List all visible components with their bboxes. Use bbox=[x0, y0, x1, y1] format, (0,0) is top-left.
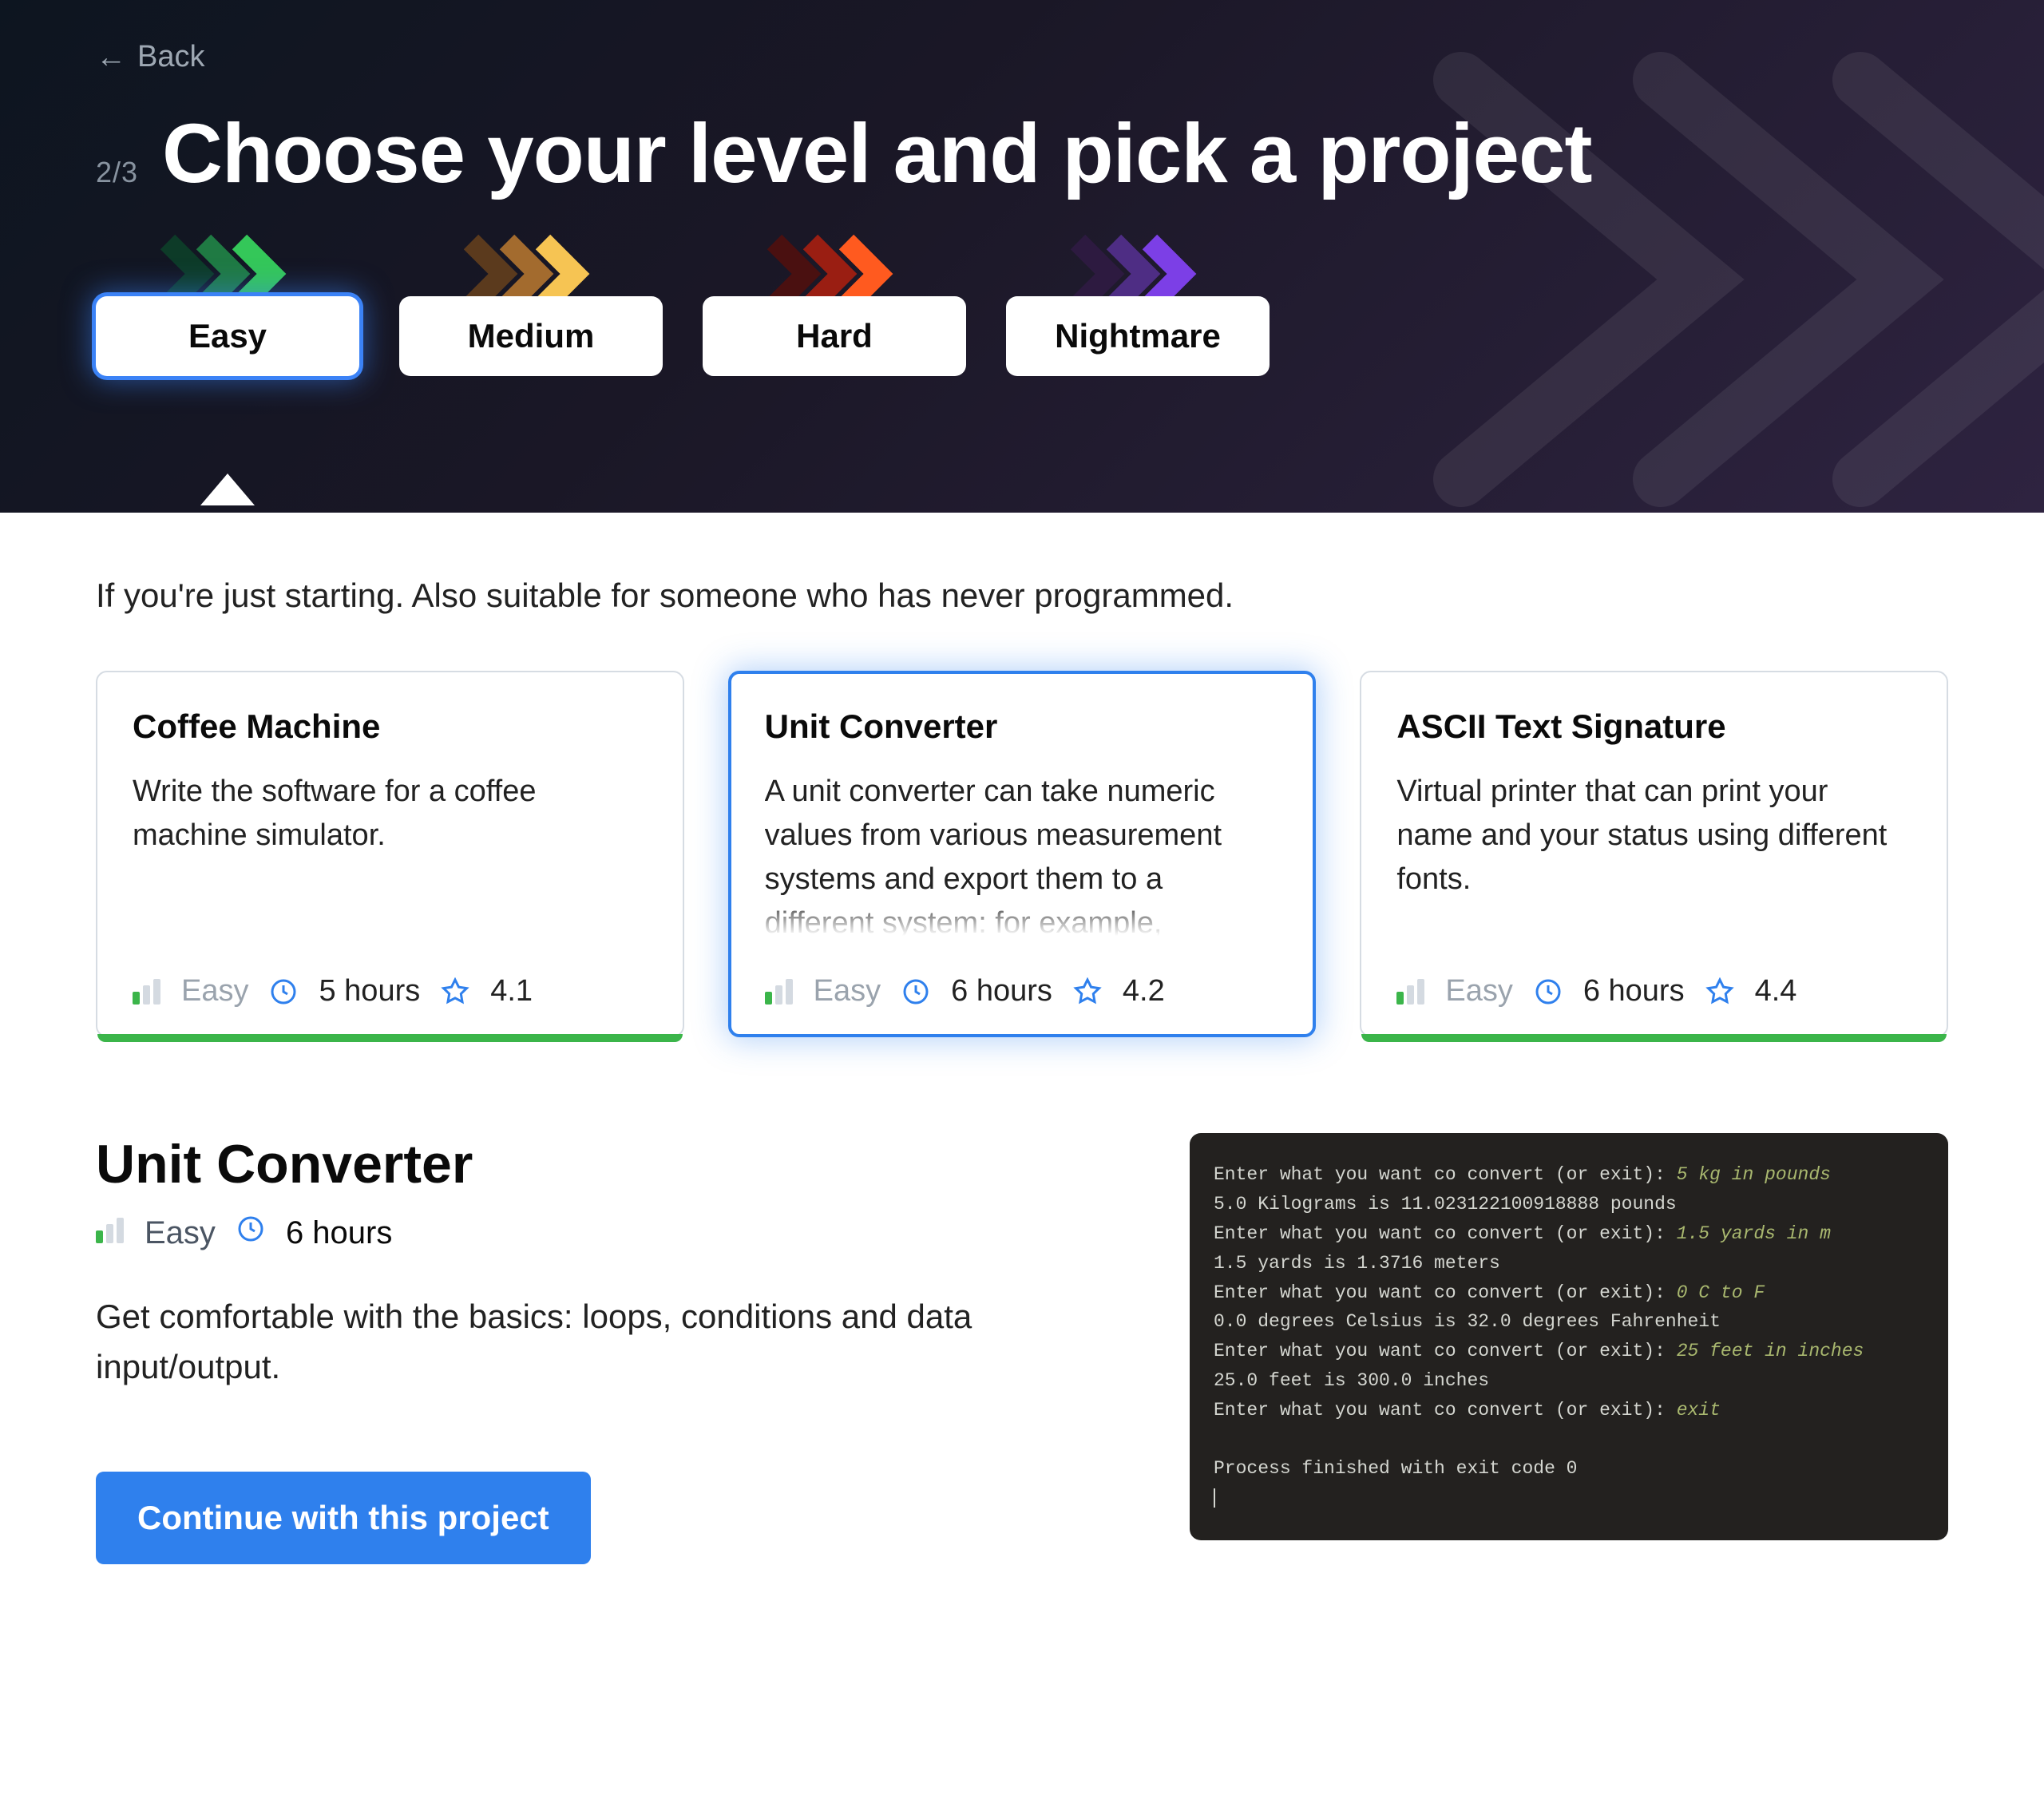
tab-pointer bbox=[200, 474, 255, 505]
level-tabs: Easy Medium Hard Nig bbox=[96, 234, 1948, 376]
star-icon bbox=[1073, 977, 1102, 1006]
project-card[interactable]: Unit Converter A unit converter can take… bbox=[728, 671, 1317, 1037]
card-difficulty: Easy bbox=[1445, 974, 1512, 1008]
card-description: Write the software for a coffee machine … bbox=[133, 770, 648, 945]
level-tab-easy[interactable]: Easy bbox=[96, 296, 359, 376]
card-accent-bar bbox=[97, 1034, 683, 1042]
card-difficulty: Easy bbox=[181, 974, 248, 1008]
level-tab-nightmare[interactable]: Nightmare bbox=[1006, 296, 1270, 376]
clock-icon bbox=[901, 977, 930, 1006]
detail-duration: 6 hours bbox=[286, 1215, 392, 1251]
clock-icon bbox=[236, 1215, 265, 1251]
level-chevrons-icon bbox=[1070, 234, 1206, 306]
detail-difficulty: Easy bbox=[145, 1215, 216, 1251]
title-row: 2/3 Choose your level and pick a project bbox=[96, 106, 1948, 202]
project-detail: Unit Converter Easy 6 hours Get comforta… bbox=[96, 1133, 1948, 1564]
continue-button[interactable]: Continue with this project bbox=[96, 1472, 591, 1564]
level-tab-label: Easy bbox=[188, 317, 267, 355]
difficulty-bars-icon bbox=[133, 979, 160, 1005]
card-rating: 4.2 bbox=[1123, 974, 1165, 1008]
level-tab-label: Medium bbox=[468, 317, 595, 355]
card-difficulty: Easy bbox=[814, 974, 881, 1008]
card-rating: 4.4 bbox=[1755, 974, 1797, 1008]
back-label: Back bbox=[137, 40, 204, 74]
difficulty-bars-icon bbox=[1396, 979, 1424, 1005]
clock-icon bbox=[1534, 977, 1563, 1006]
terminal-preview: Enter what you want co convert (or exit)… bbox=[1190, 1133, 1948, 1540]
card-description: Virtual printer that can print your name… bbox=[1396, 770, 1911, 945]
page-header: ← Back 2/3 Choose your level and pick a … bbox=[0, 0, 2044, 513]
level-tab-hard[interactable]: Hard bbox=[703, 296, 966, 376]
card-duration: 6 hours bbox=[951, 974, 1052, 1008]
clock-icon bbox=[269, 977, 298, 1006]
level-tab-medium[interactable]: Medium bbox=[399, 296, 663, 376]
back-button[interactable]: ← Back bbox=[96, 40, 204, 74]
detail-meta: Easy 6 hours bbox=[96, 1215, 1126, 1251]
card-title: ASCII Text Signature bbox=[1396, 707, 1911, 746]
project-cards: Coffee Machine Write the software for a … bbox=[96, 671, 1948, 1037]
level-description: If you're just starting. Also suitable f… bbox=[96, 577, 1948, 615]
step-indicator: 2/3 bbox=[96, 156, 138, 189]
project-card[interactable]: ASCII Text Signature Virtual printer tha… bbox=[1360, 671, 1948, 1037]
page-title: Choose your level and pick a project bbox=[162, 106, 1591, 202]
detail-title: Unit Converter bbox=[96, 1133, 1126, 1195]
arrow-left-icon: ← bbox=[96, 42, 126, 73]
difficulty-bars-icon bbox=[96, 1215, 124, 1251]
card-meta: Easy 6 hours 4.4 bbox=[1396, 974, 1911, 1008]
card-description: A unit converter can take numeric values… bbox=[765, 770, 1280, 945]
level-chevrons-icon bbox=[766, 234, 902, 306]
star-icon bbox=[1705, 977, 1734, 1006]
card-duration: 6 hours bbox=[1583, 974, 1685, 1008]
card-rating: 4.1 bbox=[490, 974, 533, 1008]
card-title: Unit Converter bbox=[765, 707, 1280, 746]
detail-description: Get comfortable with the basics: loops, … bbox=[96, 1291, 1014, 1392]
card-accent-bar bbox=[1361, 1034, 1947, 1042]
level-chevrons-icon bbox=[160, 234, 295, 306]
project-card[interactable]: Coffee Machine Write the software for a … bbox=[96, 671, 684, 1037]
card-meta: Easy 6 hours 4.2 bbox=[765, 974, 1280, 1008]
card-duration: 5 hours bbox=[319, 974, 420, 1008]
level-chevrons-icon bbox=[463, 234, 599, 306]
star-icon bbox=[441, 977, 469, 1006]
level-tab-label: Nightmare bbox=[1055, 317, 1221, 355]
difficulty-bars-icon bbox=[765, 979, 793, 1005]
card-meta: Easy 5 hours 4.1 bbox=[133, 974, 648, 1008]
level-tab-label: Hard bbox=[796, 317, 873, 355]
card-title: Coffee Machine bbox=[133, 707, 648, 746]
